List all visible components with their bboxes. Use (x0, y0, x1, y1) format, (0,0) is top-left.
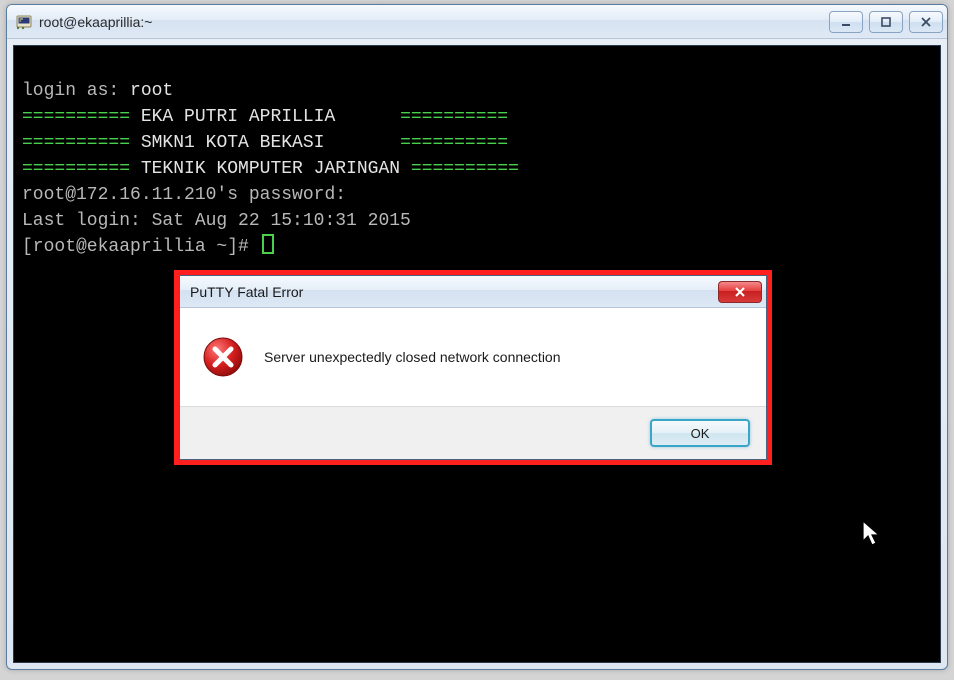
term-line-banner3: ========== TEKNIK KOMPUTER JARINGAN ====… (22, 159, 519, 179)
error-icon (202, 336, 244, 378)
term-line-login: login as: root (22, 81, 173, 101)
dialog-message: Server unexpectedly closed network conne… (264, 349, 561, 365)
ok-button[interactable]: OK (650, 419, 750, 447)
dialog-close-button[interactable] (718, 281, 762, 303)
cursor-icon (262, 234, 274, 254)
window-controls (829, 11, 943, 33)
close-button[interactable] (909, 11, 943, 33)
window-title: root@ekaaprillia:~ (39, 14, 829, 30)
dialog-footer: OK (180, 406, 766, 459)
dialog-body: Server unexpectedly closed network conne… (180, 308, 766, 406)
term-line-lastlogin: Last login: Sat Aug 22 15:10:31 2015 (22, 211, 411, 231)
minimize-button[interactable] (829, 11, 863, 33)
error-dialog-highlight: PuTTY Fatal Error (174, 270, 772, 465)
ok-button-label: OK (691, 426, 710, 441)
dialog-title: PuTTY Fatal Error (190, 284, 718, 300)
term-line-password: root@172.16.11.210's password: (22, 185, 346, 205)
putty-app-icon (15, 13, 33, 31)
error-dialog: PuTTY Fatal Error (179, 275, 767, 460)
maximize-button[interactable] (869, 11, 903, 33)
title-bar[interactable]: root@ekaaprillia:~ (7, 5, 947, 39)
term-line-prompt: [root@ekaaprillia ~]# (22, 237, 274, 257)
dialog-title-bar[interactable]: PuTTY Fatal Error (180, 276, 766, 308)
term-line-banner1: ========== EKA PUTRI APRILLIA ========== (22, 107, 508, 127)
term-line-banner2: ========== SMKN1 KOTA BEKASI ========== (22, 133, 508, 153)
